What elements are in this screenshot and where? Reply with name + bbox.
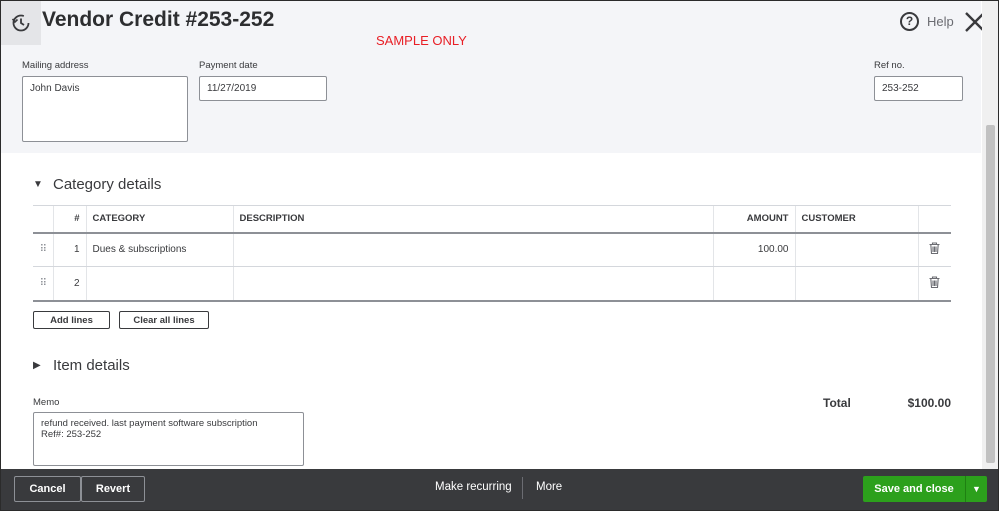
ref-no-field[interactable]: 253-252	[874, 76, 963, 101]
column-header-amount: AMOUNT	[712, 205, 795, 234]
save-options-dropdown[interactable]: ▼	[965, 476, 987, 502]
amount-cell[interactable]	[712, 266, 795, 302]
category-details-toggle[interactable]: ▼ Category details	[33, 176, 161, 193]
help-icon: ?	[900, 11, 919, 31]
item-details-title: Item details	[53, 357, 130, 374]
scrollbar-thumb[interactable]	[986, 125, 995, 463]
customer-cell[interactable]	[794, 232, 918, 267]
drag-column-header	[33, 205, 53, 234]
column-header-description: DESCRIPTION	[232, 205, 713, 234]
add-lines-button[interactable]: Add lines	[33, 311, 110, 329]
dropdown-arrow-icon: ▼	[972, 484, 981, 494]
recent-transactions-button[interactable]	[1, 1, 41, 45]
drag-handle-icon[interactable]: ⠿	[33, 232, 53, 267]
make-recurring-button[interactable]: Make recurring	[435, 481, 512, 493]
table-header-row: # CATEGORY DESCRIPTION AMOUNT CUSTOMER	[33, 205, 951, 234]
customer-cell[interactable]	[794, 266, 918, 302]
category-cell[interactable]: Dues & subscriptions	[85, 232, 233, 267]
delete-column-header	[917, 205, 951, 234]
footer-divider	[522, 477, 523, 499]
help-label: Help	[927, 13, 954, 29]
table-row[interactable]: ⠿ 1 Dues & subscriptions 100.00	[33, 232, 951, 267]
row-number: 1	[52, 232, 86, 267]
expand-triangle-icon: ▶	[33, 360, 41, 371]
mailing-address-label: Mailing address	[22, 60, 89, 71]
category-details-title: Category details	[53, 176, 162, 193]
memo-field[interactable]: refund received. last payment software s…	[33, 412, 304, 466]
history-icon	[11, 14, 30, 32]
category-table: # CATEGORY DESCRIPTION AMOUNT CUSTOMER ⠿…	[33, 205, 951, 302]
delete-row-button[interactable]	[917, 266, 951, 302]
sample-watermark: SAMPLE ONLY	[376, 33, 467, 48]
collapse-triangle-icon: ▼	[33, 179, 43, 190]
clear-all-lines-button[interactable]: Clear all lines	[119, 311, 209, 329]
item-details-toggle[interactable]: ▶ Item details	[33, 357, 130, 374]
revert-button[interactable]: Revert	[81, 476, 145, 502]
cancel-button[interactable]: Cancel	[14, 476, 81, 502]
drag-handle-icon[interactable]: ⠿	[33, 266, 53, 302]
column-header-category: CATEGORY	[85, 205, 233, 234]
description-cell[interactable]	[232, 232, 713, 267]
memo-label: Memo	[33, 397, 60, 408]
description-cell[interactable]	[232, 266, 713, 302]
delete-row-button[interactable]	[917, 232, 951, 267]
payment-date-label: Payment date	[199, 60, 258, 71]
amount-cell[interactable]: 100.00	[712, 232, 795, 267]
save-and-close-button[interactable]: Save and close	[863, 476, 965, 502]
trash-icon	[929, 242, 940, 255]
more-button[interactable]: More	[536, 481, 562, 493]
ref-no-label: Ref no.	[874, 60, 905, 71]
trash-icon	[929, 276, 940, 288]
help-button[interactable]: ? Help	[900, 10, 954, 32]
column-header-customer: CUSTOMER	[794, 205, 918, 234]
payment-date-field[interactable]: 11/27/2019	[199, 76, 327, 101]
mailing-address-field[interactable]: John Davis	[22, 76, 188, 142]
total-label: Total	[823, 396, 851, 410]
column-header-number: #	[52, 205, 86, 234]
table-row[interactable]: ⠿ 2	[33, 266, 951, 302]
save-and-close-split-button: Save and close ▼	[863, 476, 987, 502]
category-cell[interactable]	[85, 266, 233, 302]
row-number: 2	[52, 266, 86, 302]
total-value: $100.00	[907, 396, 951, 410]
page-title: Vendor Credit #253-252	[42, 8, 275, 31]
